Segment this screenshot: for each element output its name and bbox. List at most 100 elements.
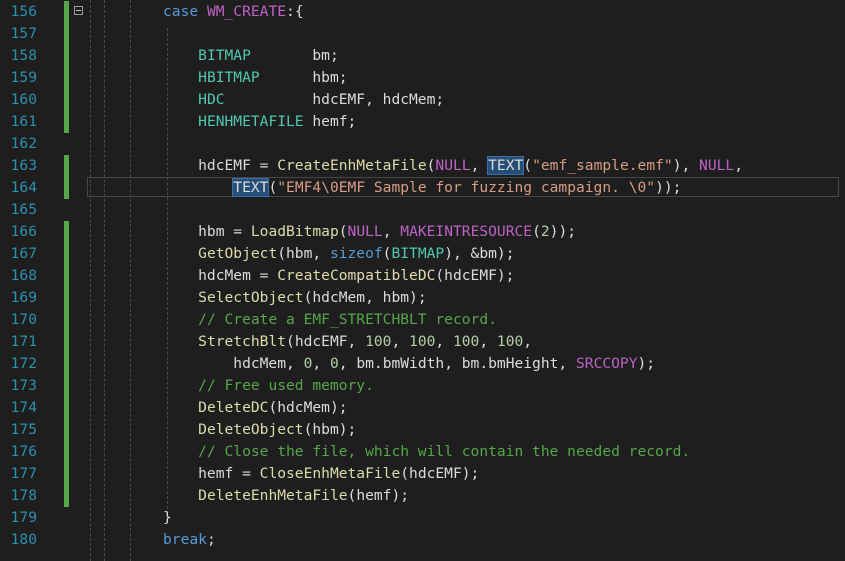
code-line[interactable]: 170 // Create a EMF_STRETCHBLT record. (0, 309, 845, 331)
code-text[interactable]: GetObject(hbm, sizeof(BITMAP), &bm); (163, 243, 514, 265)
code-line[interactable]: 156 case WM_CREATE:{ (0, 1, 845, 23)
code-text[interactable]: hbm = LoadBitmap(NULL, MAKEINTRESOURCE(2… (163, 221, 576, 243)
code-text[interactable]: case WM_CREATE:{ (163, 1, 304, 23)
code-token: hbm = (163, 223, 251, 240)
code-line[interactable]: 178 DeleteEnhMetaFile(hemf); (0, 485, 845, 507)
code-token: 100 (452, 333, 480, 350)
code-token: hdcMem = (163, 267, 278, 284)
code-token: , (479, 333, 497, 350)
code-token: (hdcMem, hbm); (303, 289, 427, 306)
change-bar (64, 265, 69, 287)
code-text[interactable]: BITMAP bm; (163, 45, 339, 67)
change-bar (64, 45, 69, 67)
change-bar (64, 243, 69, 265)
code-token: GetObject (198, 245, 278, 262)
line-number: 170 (10, 311, 37, 328)
code-line[interactable]: 169 SelectObject(hdcMem, hbm); (0, 287, 845, 309)
code-text[interactable]: HBITMAP hbm; (163, 67, 347, 89)
line-number: 174 (10, 399, 37, 416)
code-text[interactable]: SelectObject(hdcMem, hbm); (163, 287, 427, 309)
code-token: ), (672, 157, 700, 174)
change-bar (64, 397, 69, 419)
code-line[interactable]: 175 DeleteObject(hbm); (0, 419, 845, 441)
code-line[interactable]: 173 // Free used memory. (0, 375, 845, 397)
code-line[interactable]: 165 (0, 199, 845, 221)
code-line[interactable]: 162 (0, 133, 845, 155)
code-line[interactable]: 158 BITMAP bm; (0, 45, 845, 67)
code-line[interactable]: 163 hdcEMF = CreateEnhMetaFile (NULL, TEX… (0, 155, 845, 177)
line-number: 176 (10, 443, 37, 460)
code-token: BITMAP (391, 245, 445, 262)
code-token: , (470, 157, 489, 174)
code-token: 2 (540, 223, 550, 240)
collapse-icon[interactable] (74, 6, 83, 15)
change-bar (64, 1, 69, 23)
code-text[interactable]: hdcEMF = CreateEnhMetaFile(NULL, TEXT("e… (163, 155, 743, 177)
code-text[interactable]: TEXT("EMF4\0EMF Sample for fuzzing campa… (163, 177, 681, 199)
code-line[interactable]: 176 // Close the file, which will contai… (0, 441, 845, 463)
code-text[interactable]: break; (163, 529, 216, 551)
code-line[interactable]: 174 DeleteDC(hdcMem); (0, 397, 845, 419)
code-text[interactable]: hemf = CloseEnhMetaFile(hdcEMF); (163, 463, 479, 485)
line-number: 179 (10, 509, 37, 526)
code-line[interactable]: 179} (0, 507, 845, 529)
code-token: hdcEMF, hdcMem; (224, 91, 445, 108)
change-bar (64, 441, 69, 463)
code-token: , (734, 157, 743, 174)
code-line[interactable]: 161 HENHMETAFILE hemf; (0, 111, 845, 133)
code-text[interactable]: // Close the file, which will contain th… (163, 441, 690, 463)
code-text[interactable]: StretchBlt(hdcEMF, 100, 100, 100, 100, (163, 331, 532, 353)
code-line[interactable]: 172 hdcMem, 0, 0, bm.bmWidth, bm.bmHeigh… (0, 353, 845, 375)
change-bar (64, 287, 69, 309)
code-token: , (391, 333, 410, 350)
change-bar (64, 221, 69, 243)
code-line[interactable]: 180 break; (0, 529, 845, 551)
code-text[interactable]: // Free used memory. (163, 375, 374, 397)
code-text[interactable]: DeleteDC(hdcMem); (163, 397, 348, 419)
code-token: (hdcEMF); (435, 267, 515, 284)
code-text[interactable]: HDC hdcEMF, hdcMem; (163, 89, 444, 111)
code-line[interactable]: 160 HDC hdcEMF, hdcMem; (0, 89, 845, 111)
code-text[interactable]: DeleteObject(hbm); (163, 419, 356, 441)
code-token: "emf_sample.emf" (532, 157, 673, 174)
code-line[interactable]: 177 hemf = CloseEnhMetaFile(hdcEMF); (0, 463, 845, 485)
code-token: ( (523, 157, 533, 174)
code-token: (hbm, (277, 245, 330, 262)
line-number: 168 (10, 267, 37, 284)
code-text[interactable]: HENHMETAFILE hemf; (163, 111, 356, 133)
code-editor[interactable]: 156 case WM_CREATE:{157 158 BITMAP bm; 159 … (0, 0, 845, 561)
code-text[interactable]: DeleteEnhMetaFile(hemf); (163, 485, 409, 507)
code-text[interactable]: // Create a EMF_STRETCHBLT record. (163, 309, 497, 331)
code-line[interactable]: 168 hdcMem = CreateCompatibleDC(hdcEMF); (0, 265, 845, 287)
line-number: 172 (10, 355, 37, 372)
code-token: 100 (409, 333, 436, 350)
code-text[interactable]: hdcMem = CreateCompatibleDC(hdcEMF); (163, 265, 514, 287)
code-line[interactable]: 171 StretchBlt(hdcEMF, 100, 100, 100, 10… (0, 331, 845, 353)
code-token: NULL (347, 223, 383, 240)
code-line[interactable]: 167 GetObject(hbm, sizeof(BITMAP), &bm); (0, 243, 845, 265)
code-token: (hdcMem); (268, 399, 348, 416)
code-token: , (382, 223, 401, 240)
change-bar (64, 111, 69, 133)
code-token: DeleteObject (198, 421, 304, 438)
code-line[interactable]: 166 hbm = LoadBitmap(NULL, MAKEINTRESOUR… (0, 221, 845, 243)
line-number: 173 (10, 377, 37, 394)
code-line[interactable]: 159 HBITMAP hbm; (0, 67, 845, 89)
change-bar (64, 353, 69, 375)
code-line[interactable]: 157 (0, 23, 845, 45)
code-text[interactable]: hdcMem, 0, 0, bm.bmWidth, bm.bmHeight, S… (163, 353, 655, 375)
code-token: (hemf); (347, 487, 410, 504)
code-token: bm; (250, 47, 339, 64)
code-line[interactable]: 164 TEXT("EMF4\0EMF Sample for fuzzing c… (0, 177, 845, 199)
change-bar (64, 375, 69, 397)
line-number: 175 (10, 421, 37, 438)
code-text[interactable]: } (163, 507, 172, 529)
highlighted-token: TEXT (232, 178, 270, 197)
